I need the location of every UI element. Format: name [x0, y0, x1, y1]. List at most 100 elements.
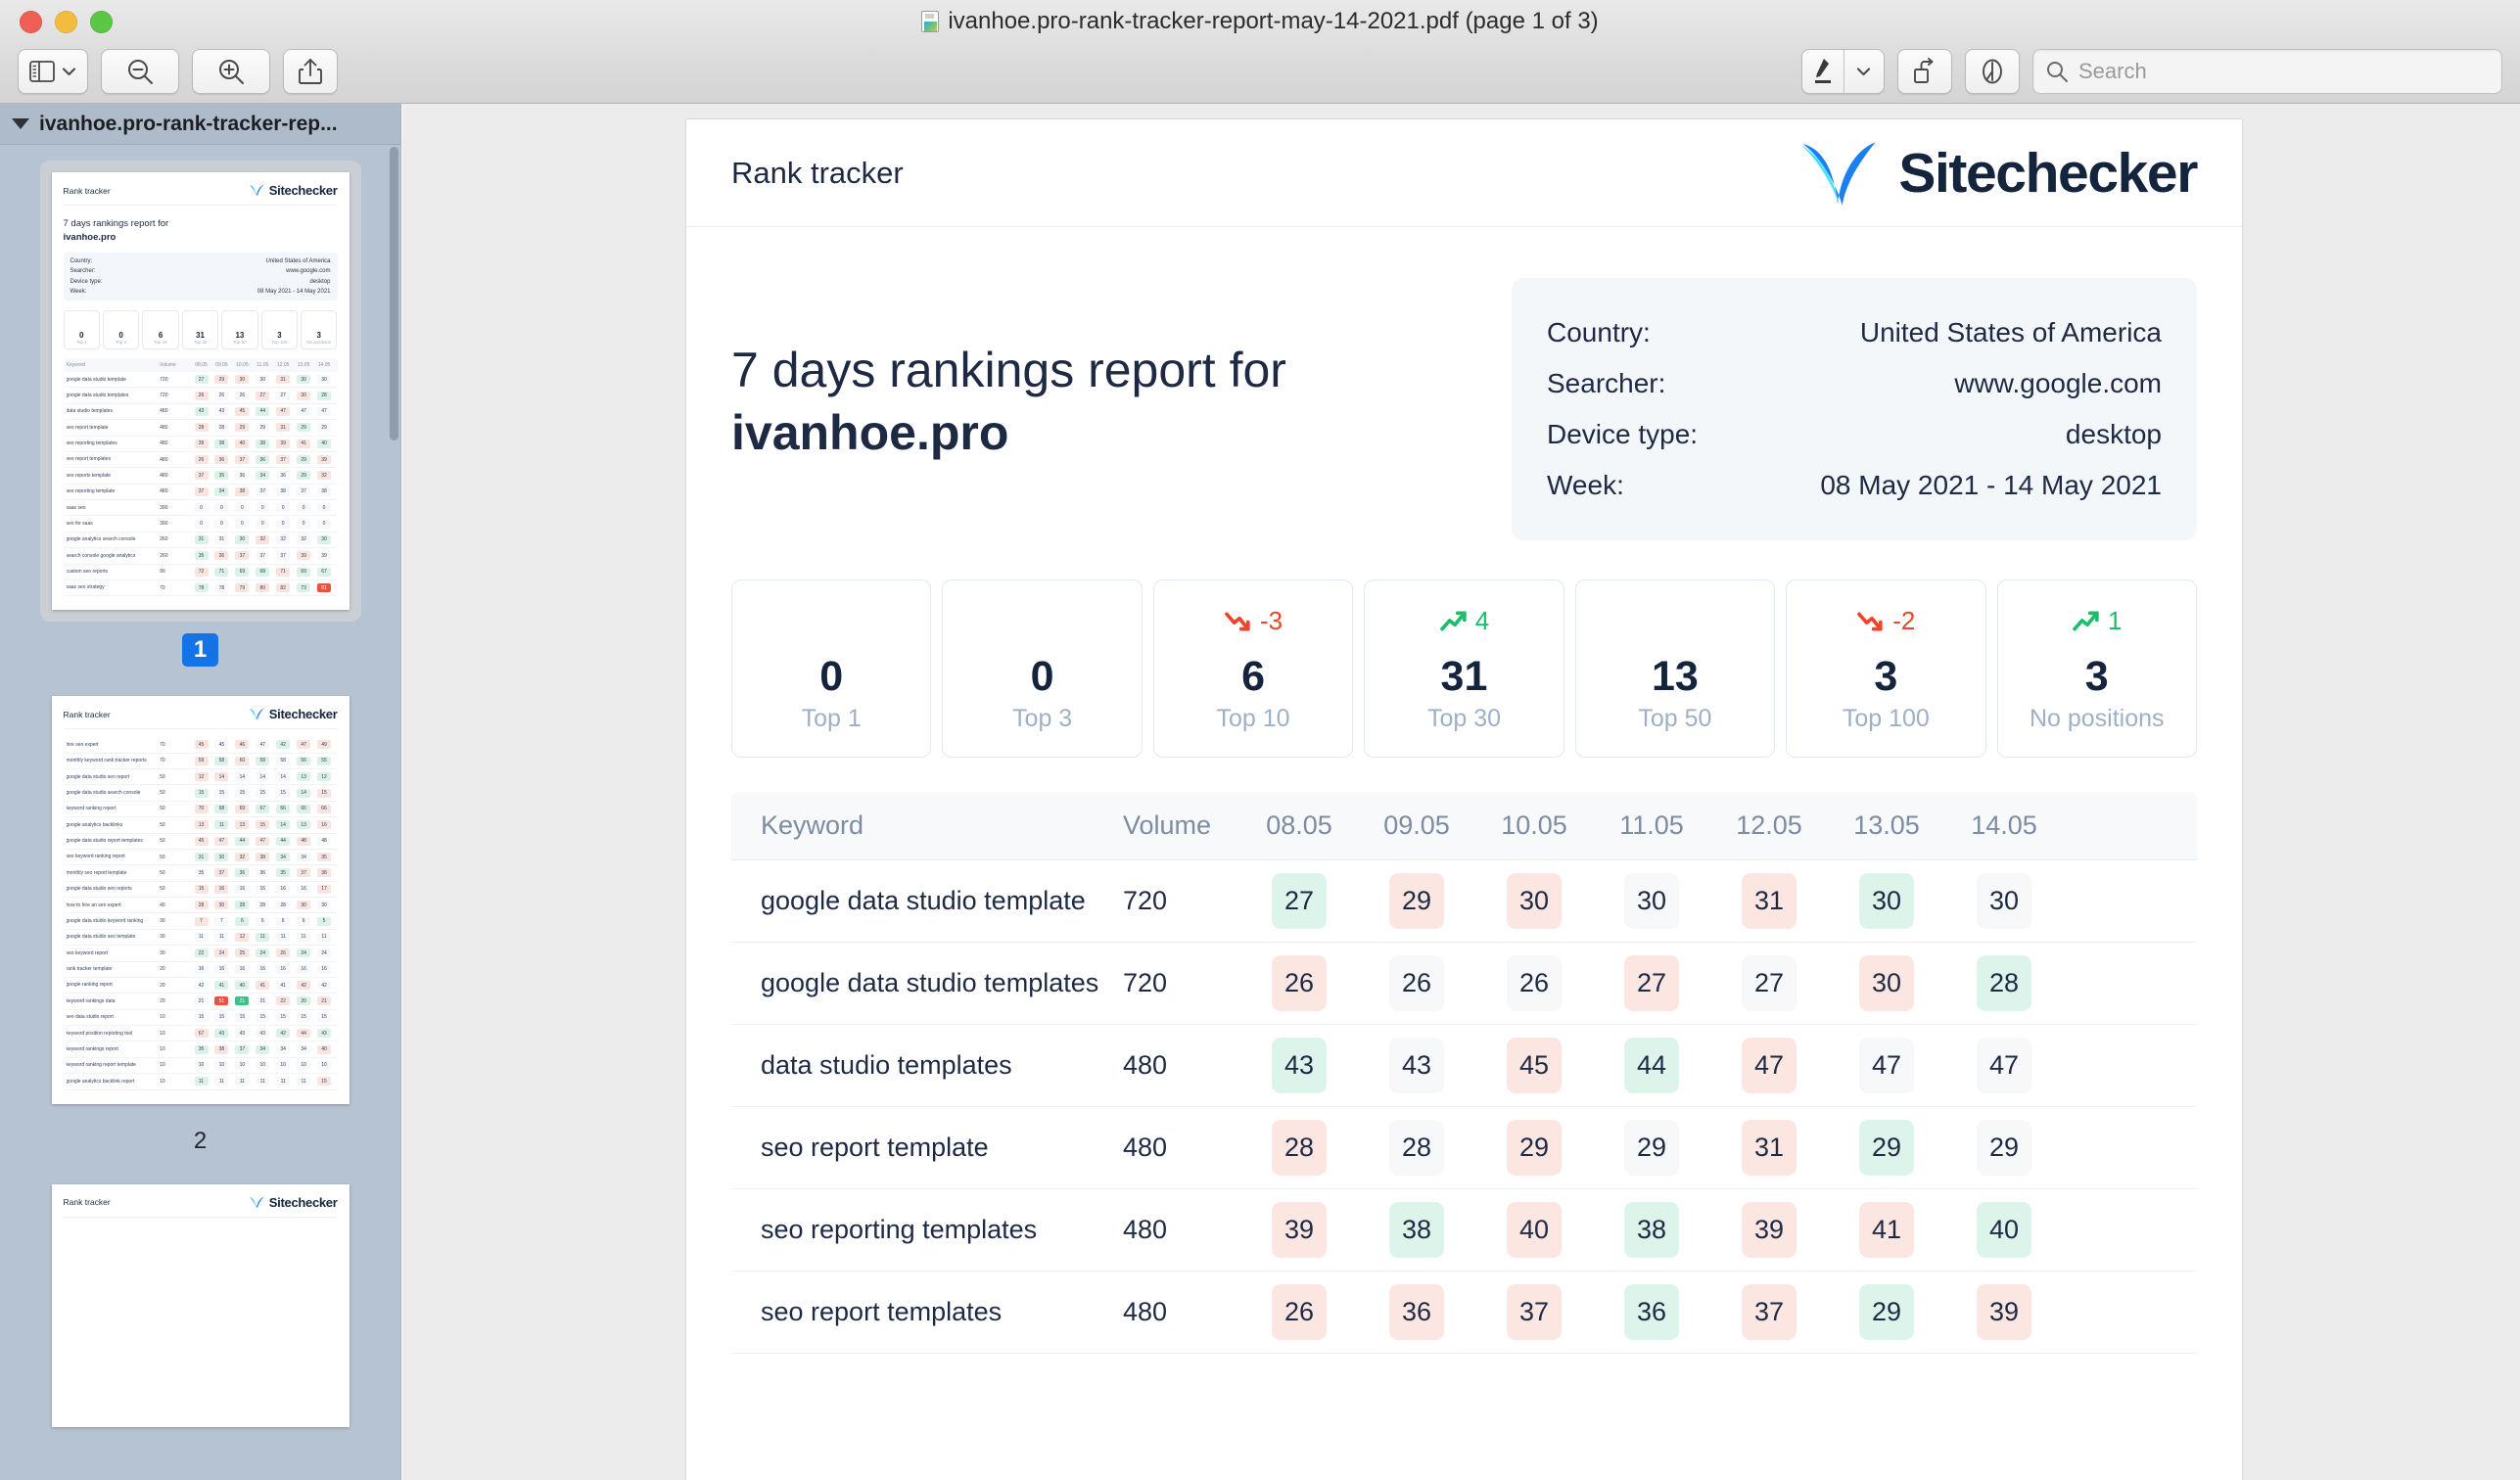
- zoom-out-button[interactable]: [101, 49, 179, 94]
- sidebar-view-button[interactable]: [18, 49, 88, 94]
- table-row: google data studio template 720 27 29 30 30 31…: [731, 860, 2197, 943]
- table-row: data studio templates 480 43 43 45 44 47 47 47: [731, 1025, 2197, 1107]
- mini-cell-rank: 21: [253, 996, 273, 1006]
- cell-rank: 40: [1475, 1202, 1593, 1258]
- mini-cell-rank: 6: [232, 916, 253, 926]
- mini-cell-rank: 36: [232, 868, 253, 878]
- search-input[interactable]: Search: [2032, 49, 2502, 94]
- mini-cell-rank: 17: [314, 884, 335, 894]
- mini-cell-rank: 16: [211, 964, 232, 974]
- mini-cell-rank: 38: [211, 1044, 232, 1054]
- mini-cell-rank: 55: [314, 756, 335, 765]
- mini-cell-rank: 22: [273, 996, 294, 1006]
- share-button[interactable]: [283, 49, 338, 94]
- mini-cell-rank: 11: [314, 932, 335, 942]
- thumbnail-page-1[interactable]: Rank tracker Sitechecker 7 days rankings…: [0, 161, 400, 668]
- rotate-button[interactable]: [1897, 49, 1952, 94]
- mini-cell-volume: 50: [160, 854, 165, 860]
- mini-cell-volume: 30: [160, 949, 165, 956]
- mini-cell-keyword: google data studio seo template: [66, 934, 136, 941]
- mini-cell-rank: 42: [294, 981, 314, 991]
- mini-cell-rank: 15: [191, 884, 211, 894]
- thumbnail-page-3[interactable]: Rank tracker Sitechecker: [0, 1173, 400, 1439]
- mini-cell-volume: 90: [160, 569, 165, 576]
- mini-cell-volume: 20: [160, 982, 165, 989]
- cell-rank: 45: [1475, 1038, 1593, 1093]
- mini-cell-keyword: google analytics backlinks: [66, 821, 123, 828]
- mini-cell-rank: 37: [253, 551, 273, 561]
- mini-cell-rank: 72: [191, 567, 211, 577]
- mini-cell-rank: 39: [294, 551, 314, 561]
- mini-cell-rank: 11: [211, 932, 232, 942]
- mini-cell-rank: 26: [273, 948, 294, 958]
- mini-cell-rank: 43: [232, 1029, 253, 1039]
- mini-cell-volume: 480: [160, 408, 168, 415]
- mini-table-row: seo keyword report 30 22 24 25 24 26 24 24: [63, 946, 338, 962]
- mini-cell-rank: 35: [211, 471, 232, 481]
- mini-section-label: Rank tracker: [63, 709, 111, 719]
- mini-cell-rank: 38: [314, 486, 335, 496]
- window-titlebar: ivanhoe.pro-rank-tracker-report-may-14-2…: [0, 0, 2520, 104]
- mini-cell-rank: 28: [253, 901, 273, 910]
- mini-cell-rank: 30: [294, 391, 314, 400]
- mini-brand-name: Sitechecker: [268, 707, 338, 722]
- cell-rank: 43: [1358, 1038, 1475, 1093]
- mini-table-body: google data studio template 720 27 29 30 30 31…: [63, 372, 338, 597]
- mini-cell-rank: 36: [232, 471, 253, 481]
- mini-cell-volume: 10: [160, 1014, 165, 1021]
- mini-cell-rank: 10: [314, 1060, 335, 1070]
- cell-rank: 26: [1240, 955, 1358, 1011]
- sidebar-panel-icon: [29, 61, 55, 82]
- annotate-circle-icon: [1983, 59, 2002, 84]
- mini-cell-rank: 16: [314, 964, 335, 974]
- column-header-day: 10.05: [1501, 810, 1567, 840]
- mini-cell-keyword: keyword position reporting tool: [66, 1030, 133, 1037]
- stat-label: Top 100: [1842, 705, 1930, 732]
- rank-chip: 37: [1507, 1284, 1562, 1340]
- mini-cell-rank: 37: [294, 868, 314, 878]
- thumbnail-page-2[interactable]: Rank tracker Sitechecker hire seo expert…: [0, 684, 400, 1154]
- mini-cell-rank: 30: [211, 853, 232, 862]
- sidebar-scrollbar[interactable]: [390, 147, 398, 440]
- stat-card: 13 Top 50: [1574, 579, 1776, 758]
- stat-delta: 4: [1365, 606, 1563, 636]
- annotate-button[interactable]: [1965, 49, 2020, 94]
- sidebar-header[interactable]: ivanhoe.pro-rank-tracker-rep...: [0, 104, 400, 145]
- rank-chip: 26: [1389, 955, 1444, 1011]
- markup-button[interactable]: [1802, 50, 1843, 93]
- mini-cell-rank: 21: [232, 996, 253, 1006]
- mini-cell-rank: 47: [273, 406, 294, 416]
- mini-cell-keyword: data studio templates: [66, 408, 114, 415]
- mini-cell-keyword: custom seo reports: [66, 569, 109, 576]
- mini-cell-rank: 30: [314, 375, 335, 385]
- mini-cell-rank: 69: [294, 567, 314, 577]
- stat-value: 0: [1030, 652, 1054, 700]
- table-row: seo report templates 480 26 36 37 36 37 29 39: [731, 1272, 2197, 1354]
- column-header-day: 12.05: [1736, 810, 1802, 840]
- mini-cell-rank: 34: [253, 471, 273, 481]
- sitechecker-logo-icon: [1801, 141, 1876, 206]
- cell-rank: 37: [1475, 1284, 1593, 1340]
- stat-value: 31: [1440, 652, 1488, 700]
- mini-cell-rank: 39: [314, 455, 335, 465]
- disclosure-triangle-icon[interactable]: [12, 118, 29, 129]
- zoom-in-button[interactable]: [192, 49, 270, 94]
- mini-cell-rank: 24: [253, 948, 273, 958]
- mini-stat-card: 31 Top 30: [181, 310, 219, 350]
- table-row: seo reporting templates 480 39 38 40 38 39 41 40: [731, 1189, 2197, 1272]
- mini-table-row: seo for saas 390 0 0 0 0 0 0 0: [63, 516, 338, 532]
- markup-options-button[interactable]: [1843, 50, 1885, 93]
- mini-cell-rank: 47: [211, 836, 232, 846]
- toolbar-left-group: [18, 49, 338, 94]
- pdf-content-area[interactable]: Rank tracker Sitechecker 7 days rankings…: [402, 104, 2520, 1480]
- mini-cell-rank: 15: [314, 788, 335, 798]
- toolbar-right-group: Search: [1801, 49, 2502, 94]
- mini-cell-volume: 30: [160, 918, 165, 925]
- mini-cell-keyword: google analytics search console: [66, 536, 136, 543]
- mini-cell-rank: 82: [273, 583, 294, 593]
- meta-row-device: Device type: desktop: [1547, 409, 2162, 460]
- mini-brand-name: Sitechecker: [268, 183, 338, 198]
- mini-cell-volume: 70: [160, 741, 165, 748]
- mini-cell-rank: 15: [314, 1012, 335, 1022]
- cell-rank: 26: [1240, 1284, 1358, 1340]
